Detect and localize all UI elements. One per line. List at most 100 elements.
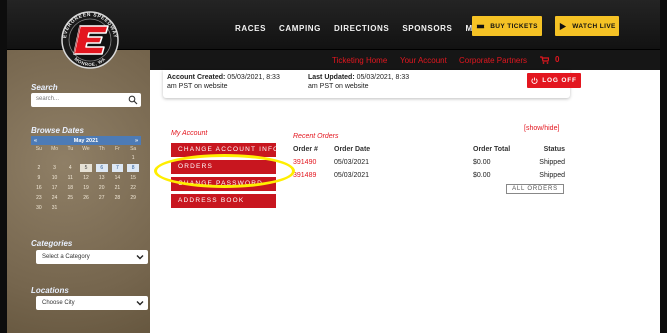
subnav-corporate-partners[interactable]: Corporate Partners bbox=[459, 56, 527, 65]
calendar-day[interactable]: 13 bbox=[94, 173, 110, 183]
subnav-your-account[interactable]: Your Account bbox=[400, 56, 447, 65]
chevron-down-icon bbox=[136, 301, 144, 306]
calendar-prev-button[interactable]: « bbox=[34, 138, 37, 144]
calendar-day[interactable]: 6 bbox=[95, 164, 108, 172]
show-hide-toggle[interactable]: [show/hide] bbox=[524, 125, 559, 132]
calendar-day[interactable]: 21 bbox=[110, 183, 126, 193]
calendar-week: 9 10 11 12 13 14 15 bbox=[31, 173, 141, 183]
cart-button[interactable]: 0 bbox=[540, 55, 559, 64]
calendar-day[interactable]: 18 bbox=[62, 183, 78, 193]
order-date: 05/03/2021 bbox=[334, 159, 370, 166]
calendar-day[interactable]: 24 bbox=[47, 193, 63, 203]
calendar-day[interactable]: 14 bbox=[110, 173, 126, 183]
search-placeholder: search... bbox=[36, 96, 60, 102]
calendar-day[interactable]: 28 bbox=[110, 193, 126, 203]
location-select[interactable]: Choose City bbox=[36, 296, 148, 310]
calendar-day[interactable]: 16 bbox=[31, 183, 47, 193]
calendar-weekdays: Su Mo Tu We Th Fr Sa bbox=[31, 145, 141, 153]
my-account-heading: My Account bbox=[171, 130, 208, 137]
chevron-down-icon bbox=[136, 255, 144, 260]
calendar-day[interactable]: 5 bbox=[80, 164, 92, 172]
calendar-day[interactable]: 23 bbox=[31, 193, 47, 203]
calendar-day[interactable]: 27 bbox=[94, 193, 110, 203]
calendar-empty-cell bbox=[47, 153, 63, 163]
search-heading: Search bbox=[31, 83, 58, 92]
ticket-icon bbox=[477, 24, 485, 28]
calendar-day[interactable]: 7 bbox=[111, 164, 124, 172]
orders-table: Order # Order Date Order Total Status 39… bbox=[293, 144, 565, 183]
calendar-weekday: Fr bbox=[115, 146, 120, 152]
calendar-empty-cell bbox=[78, 203, 94, 213]
buy-tickets-button[interactable]: BUY TICKETS bbox=[472, 16, 542, 36]
log-off-button[interactable]: LOG OFF bbox=[527, 73, 581, 88]
main-nav: RACES CAMPING DIRECTIONS SPONSORS MERCH bbox=[235, 24, 511, 33]
table-row: 391490 05/03/2021 $0.00 Shipped bbox=[293, 157, 565, 170]
calendar-empty-cell bbox=[110, 203, 126, 213]
buy-tickets-label: BUY TICKETS bbox=[490, 22, 538, 30]
calendar-empty-cell bbox=[62, 153, 78, 163]
browser-viewport: RACES CAMPING DIRECTIONS SPONSORS MERCH … bbox=[7, 0, 660, 333]
calendar-day[interactable]: 29 bbox=[125, 193, 141, 203]
last-updated: Last Updated: 05/03/2021, 8:33 am PST on… bbox=[308, 73, 409, 91]
speedway-logo[interactable]: EVERGREEN SPEEDWAY MONROE, WA bbox=[54, 4, 126, 72]
calendar-day[interactable]: 4 bbox=[62, 163, 78, 173]
watch-live-button[interactable]: WATCH LIVE bbox=[555, 16, 619, 36]
last-updated-value: 05/03/2021, 8:33 bbox=[356, 74, 410, 81]
highlight-annotation bbox=[154, 154, 295, 188]
column-order-date: Order Date bbox=[334, 146, 371, 153]
calendar-day[interactable]: 22 bbox=[125, 183, 141, 193]
calendar-day[interactable]: 15 bbox=[125, 173, 141, 183]
calendar-day[interactable]: 8 bbox=[127, 164, 139, 172]
calendar-week: 16 17 18 19 20 21 22 bbox=[31, 183, 141, 193]
watch-live-label: WATCH LIVE bbox=[572, 22, 616, 30]
calendar-day[interactable]: 3 bbox=[47, 163, 63, 173]
calendar-day[interactable]: 1 bbox=[125, 153, 141, 163]
account-created: Account Created: 05/03/2021, 8:33 am PST… bbox=[167, 73, 280, 91]
table-header: Order # Order Date Order Total Status bbox=[293, 144, 565, 157]
calendar-weekday: We bbox=[82, 146, 90, 152]
calendar-day[interactable]: 26 bbox=[78, 193, 94, 203]
calendar-day[interactable]: 17 bbox=[47, 183, 63, 193]
subnav-ticketing-home[interactable]: Ticketing Home bbox=[332, 56, 387, 65]
account-content: Account Created: 05/03/2021, 8:33 am PST… bbox=[150, 70, 660, 333]
sidebar: Search search... Browse Dates « May 2021… bbox=[7, 50, 150, 333]
calendar-day[interactable]: 25 bbox=[62, 193, 78, 203]
calendar-weekday: Sa bbox=[130, 146, 137, 152]
calendar-day[interactable]: 11 bbox=[62, 173, 78, 183]
locations-heading: Locations bbox=[31, 286, 69, 295]
calendar-day[interactable]: 30 bbox=[31, 203, 47, 213]
calendar-day[interactable]: 2 bbox=[31, 163, 47, 173]
nav-races[interactable]: RACES bbox=[235, 24, 266, 33]
order-number-link[interactable]: 391490 bbox=[293, 159, 316, 166]
cart-icon bbox=[540, 55, 549, 64]
last-updated-label: Last Updated: bbox=[308, 74, 355, 81]
calendar-week: 2345678 bbox=[31, 163, 141, 173]
order-date: 05/03/2021 bbox=[334, 172, 370, 179]
nav-sponsors[interactable]: SPONSORS bbox=[402, 24, 452, 33]
nav-directions[interactable]: DIRECTIONS bbox=[334, 24, 389, 33]
play-icon bbox=[559, 22, 567, 30]
calendar-week: 23 24 25 26 27 28 29 bbox=[31, 193, 141, 203]
calendar-day[interactable]: 10 bbox=[47, 173, 63, 183]
order-total: $0.00 bbox=[473, 159, 491, 166]
nav-camping[interactable]: CAMPING bbox=[279, 24, 321, 33]
calendar-day[interactable]: 19 bbox=[78, 183, 94, 193]
cart-count: 0 bbox=[555, 55, 560, 64]
search-input[interactable]: search... bbox=[31, 93, 141, 107]
category-select[interactable]: Select a Category bbox=[36, 250, 148, 264]
calendar-day[interactable]: 20 bbox=[94, 183, 110, 193]
secondary-navigation: Ticketing Home Your Account Corporate Pa… bbox=[150, 50, 660, 70]
calendar-day[interactable]: 12 bbox=[78, 173, 94, 183]
calendar-day[interactable]: 31 bbox=[47, 203, 63, 213]
last-updated-value-2: am PST on website bbox=[308, 83, 369, 90]
calendar-empty-cell bbox=[125, 203, 141, 213]
order-number-link[interactable]: 391489 bbox=[293, 172, 316, 179]
search-icon[interactable] bbox=[128, 95, 138, 105]
all-orders-button[interactable]: ALL ORDERS bbox=[506, 184, 564, 194]
calendar-empty-cell bbox=[94, 203, 110, 213]
browse-dates-heading: Browse Dates bbox=[31, 126, 84, 135]
calendar-day[interactable]: 9 bbox=[31, 173, 47, 183]
address-book-button[interactable]: ADDRESS BOOK bbox=[171, 194, 276, 208]
calendar-empty-cell bbox=[94, 153, 110, 163]
calendar-next-button[interactable]: » bbox=[135, 138, 138, 144]
